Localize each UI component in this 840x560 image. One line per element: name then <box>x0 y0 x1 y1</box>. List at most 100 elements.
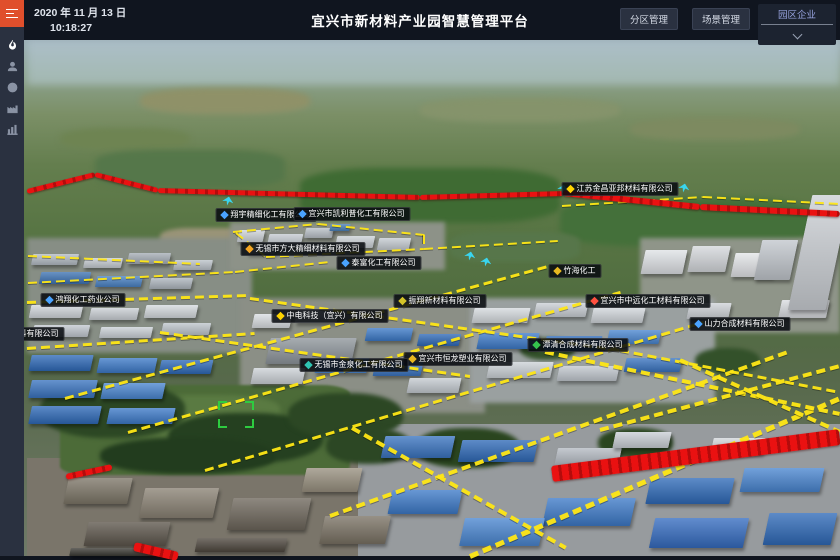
company-label-text: 宜兴市恒龙塑业有限公司 <box>419 355 507 363</box>
sidebar-item-statistics[interactable] <box>0 119 24 140</box>
company-label[interactable]: 潭清合成材料有限公司 <box>528 338 629 352</box>
company-marker-icon <box>276 312 284 320</box>
terrain-patch <box>27 40 840 85</box>
factory-icon <box>6 102 19 115</box>
terrain-patch <box>140 88 310 114</box>
company-marker-icon <box>304 361 312 369</box>
building <box>590 308 645 323</box>
building <box>381 436 456 458</box>
building <box>645 478 735 504</box>
building <box>83 522 170 546</box>
company-label[interactable]: 竹海化工 <box>549 264 602 278</box>
building <box>763 513 838 545</box>
company-label[interactable]: 中电科技（宜兴）有限公司 <box>272 309 389 323</box>
flame-icon <box>6 39 19 52</box>
sidebar-item-fire[interactable] <box>0 35 24 56</box>
company-label[interactable]: 无锡市方大精细材料有限公司 <box>241 242 366 256</box>
terrain-patch <box>420 98 620 122</box>
selection-corner <box>218 401 227 410</box>
sidebar-item-user[interactable] <box>0 56 24 77</box>
company-marker-icon <box>45 296 53 304</box>
building <box>387 490 462 514</box>
terrain-patch <box>630 118 800 140</box>
company-label-text: 振翔新材料有限公司 <box>409 297 481 305</box>
building <box>99 327 153 338</box>
company-marker-icon <box>408 355 416 363</box>
company-marker-icon <box>341 259 349 267</box>
current-time: 10:18:27 <box>50 22 92 34</box>
building <box>149 278 193 289</box>
scene-management-button[interactable]: 场景管理 <box>692 8 750 30</box>
bar-chart-icon <box>6 123 19 136</box>
company-label-text: 江苏金昌亚邦材料有限公司 <box>577 185 673 193</box>
park-enterprise-dropdown-label: 园区企业 <box>761 7 833 25</box>
building <box>139 488 219 518</box>
map-3d-view[interactable]: 翔宇精细化工有限公司宜兴市凯利普化工有限公司无锡市方大精细材料有限公司泰富化工有… <box>0 0 840 556</box>
company-label-text: 鸿翔化工药业公司 <box>56 296 120 304</box>
header-button-group: 分区管理 场景管理 <box>620 8 750 30</box>
building <box>612 432 671 448</box>
company-marker-icon <box>566 185 574 193</box>
terrain-patch <box>60 128 190 150</box>
selection-corner <box>245 419 254 428</box>
current-date: 2020 年 11 月 13 日 <box>34 5 126 20</box>
building <box>640 250 687 274</box>
park-enterprise-dropdown[interactable]: 园区企业 <box>758 4 836 45</box>
building <box>96 358 157 373</box>
company-label[interactable]: 宜兴市中远化工材料有限公司 <box>586 294 711 308</box>
company-marker-icon <box>553 267 561 275</box>
company-label[interactable]: 山力合成材料有限公司 <box>690 317 791 331</box>
gauge-icon <box>6 81 19 94</box>
hamburger-menu-icon[interactable] <box>0 0 24 27</box>
company-marker-icon <box>398 297 406 305</box>
company-label[interactable]: 鸿翔化工药业公司 <box>41 293 126 307</box>
company-label-text: 中电科技（宜兴）有限公司 <box>287 312 383 320</box>
building <box>63 478 133 504</box>
sidebar-item-gauge[interactable] <box>0 77 24 98</box>
building <box>319 516 391 544</box>
plane-marker[interactable] <box>222 195 235 206</box>
company-label[interactable]: 振翔新材料有限公司 <box>394 294 487 308</box>
building <box>687 246 731 272</box>
company-label-text: 无锡市方大精细材料有限公司 <box>256 245 360 253</box>
left-sidebar <box>0 0 24 556</box>
company-label[interactable]: 宜兴市恒龙塑业有限公司 <box>404 352 513 366</box>
building <box>556 366 619 381</box>
plane-marker[interactable] <box>678 182 691 193</box>
selection-corner <box>245 401 254 410</box>
company-marker-icon <box>590 297 598 305</box>
company-marker-icon <box>532 341 540 349</box>
company-marker-icon <box>220 211 228 219</box>
company-label[interactable]: 无锡市金泉化工有限公司 <box>300 358 409 372</box>
building <box>739 468 824 492</box>
building <box>301 468 362 492</box>
red-convoy-line <box>26 172 95 194</box>
company-label[interactable]: 江苏金昌亚邦材料有限公司 <box>562 182 679 196</box>
platform-title: 宜兴市新材料产业园智慧管理平台 <box>311 10 529 30</box>
company-label-text: 宜兴市凯利普化工有限公司 <box>309 210 405 218</box>
user-icon <box>6 60 19 73</box>
company-marker-icon <box>245 245 253 253</box>
company-label[interactable]: 宜兴市凯利普化工有限公司 <box>294 207 411 221</box>
company-marker-icon <box>694 320 702 328</box>
company-label[interactable]: 泰富化工有限公司 <box>337 256 422 270</box>
building <box>28 355 93 371</box>
building <box>195 538 288 552</box>
company-marker-icon <box>298 210 306 218</box>
road-outline <box>423 235 425 249</box>
building <box>144 305 199 318</box>
building <box>28 406 102 424</box>
company-label-text: 宜兴市中远化工材料有限公司 <box>601 297 705 305</box>
selection-box <box>218 401 254 428</box>
building <box>365 328 414 341</box>
top-header-bar: 2020 年 11 月 13 日 10:18:27 宜兴市新材料产业园智慧管理平… <box>0 0 840 40</box>
company-label-text: 竹海化工 <box>564 267 596 275</box>
chevron-down-icon <box>792 30 802 40</box>
building <box>227 498 312 530</box>
company-label-text: 无锡市金泉化工有限公司 <box>315 361 403 369</box>
building <box>649 518 749 548</box>
zone-management-button[interactable]: 分区管理 <box>620 8 678 30</box>
company-label-text: 潭清合成材料有限公司 <box>543 341 623 349</box>
company-label-text: 山力合成材料有限公司 <box>705 320 785 328</box>
sidebar-item-factory[interactable] <box>0 98 24 119</box>
